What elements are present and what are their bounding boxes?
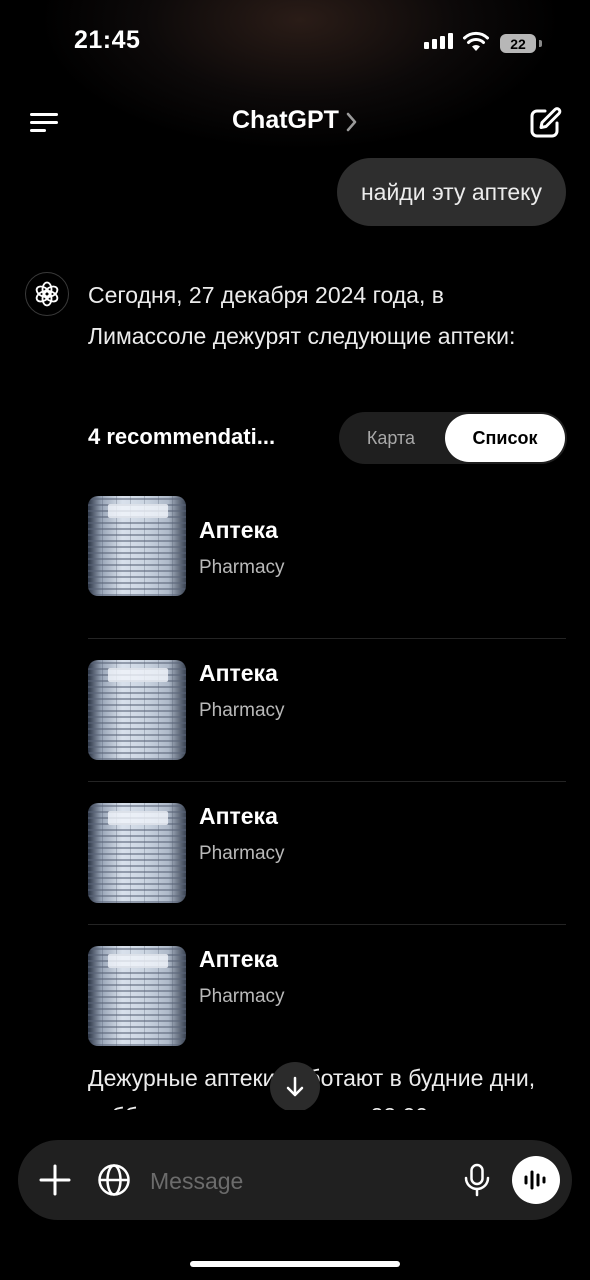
chat-screen: 21:45 22 ChatGPT найди эту аптеку Сегодн…	[0, 0, 590, 1280]
header-title[interactable]: ChatGPT	[232, 106, 339, 135]
view-toggle: Карта Список	[339, 412, 567, 464]
recommendation-name: Аптека	[199, 517, 278, 543]
recommendation-type: Pharmacy	[199, 843, 285, 864]
recommendation-name: Аптека	[199, 660, 278, 686]
message-input[interactable]	[148, 1160, 452, 1202]
battery-tip	[539, 40, 542, 47]
wifi-icon	[462, 31, 490, 58]
user-message-text: найди эту аптеку	[360, 178, 542, 205]
pharmacy-photo-thumbnail[interactable]	[88, 660, 186, 760]
pharmacy-photo-thumbnail[interactable]	[88, 946, 186, 1046]
plus-icon[interactable]	[38, 1162, 72, 1203]
message-composer	[18, 1140, 572, 1220]
home-indicator[interactable]	[190, 1261, 400, 1267]
recommendation-type: Pharmacy	[199, 700, 285, 721]
toggle-list-button[interactable]: Список	[445, 414, 565, 462]
user-message-bubble: найди эту аптеку	[336, 158, 566, 226]
openai-logo-icon	[25, 272, 69, 316]
recommendation-name: Аптека	[199, 803, 278, 829]
assistant-message-text: Сегодня, 27 декабря 2024 года, в Лимассо…	[88, 282, 516, 349]
pharmacy-photo-thumbnail[interactable]	[88, 803, 186, 903]
recommendation-list: Аптека Pharmacy Аптека Pharmacy Аптека P…	[88, 496, 566, 1067]
globe-icon[interactable]	[96, 1162, 132, 1203]
signal-icon	[424, 33, 453, 49]
pharmacy-photo-thumbnail[interactable]	[88, 496, 186, 596]
battery-icon: 22	[500, 34, 536, 53]
recommendation-type: Pharmacy	[199, 557, 285, 578]
recommendation-name: Аптека	[199, 946, 278, 972]
recommendation-type: Pharmacy	[199, 986, 285, 1007]
recommendation-item[interactable]: Аптека Pharmacy	[88, 496, 566, 638]
recommendation-item[interactable]: Аптека Pharmacy	[88, 924, 566, 1067]
battery-level: 22	[510, 35, 526, 52]
chevron-right-icon[interactable]	[346, 112, 358, 137]
recommendations-count: 4 recommendati...	[88, 424, 276, 449]
recommendation-item[interactable]: Аптека Pharmacy	[88, 638, 566, 781]
status-time: 21:45	[74, 26, 141, 54]
microphone-icon[interactable]	[462, 1162, 492, 1203]
voice-mode-icon[interactable]	[512, 1156, 560, 1204]
menu-icon[interactable]	[30, 113, 60, 133]
new-chat-icon[interactable]	[528, 106, 562, 145]
arrow-down-icon	[286, 1076, 304, 1097]
scroll-to-bottom-button[interactable]	[270, 1062, 320, 1112]
recommendation-item[interactable]: Аптека Pharmacy	[88, 781, 566, 924]
toggle-map-button[interactable]: Карта	[339, 412, 443, 464]
